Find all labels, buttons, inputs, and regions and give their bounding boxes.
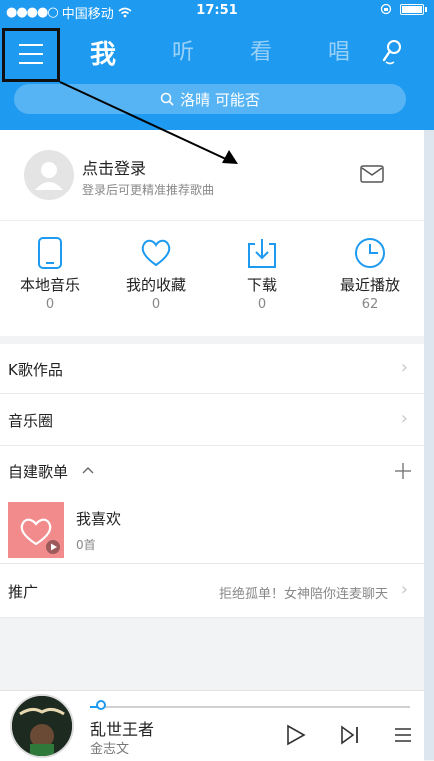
playlist-item-favorites[interactable]: 我喜欢 0首	[0, 496, 424, 564]
album-art[interactable]	[10, 694, 74, 758]
stat-count: 62	[361, 297, 379, 312]
stat-download[interactable]: 下载 0	[212, 236, 312, 312]
card-divider	[0, 220, 424, 221]
song-title: 乱世王者	[90, 720, 155, 739]
playlists-title: 自建歌单	[8, 463, 69, 481]
promo-row[interactable]: 推广 拒绝孤单！女神陪你连麦聊天 ›	[0, 564, 424, 618]
stat-favorites[interactable]: 我的收藏 0	[106, 236, 206, 312]
playlist-queue-icon[interactable]	[394, 726, 412, 744]
stat-label: 最近播放	[339, 276, 400, 294]
stat-recent[interactable]: 最近播放 62	[320, 236, 420, 312]
promo-label: 推广	[8, 583, 39, 601]
playlists-header[interactable]: 自建歌单	[0, 446, 424, 496]
list-item-k-song[interactable]: K歌作品 ›	[0, 344, 424, 394]
stat-count: 0	[257, 297, 267, 312]
clock-icon	[355, 238, 385, 268]
progress-knob[interactable]	[96, 700, 106, 710]
list-item-label: 音乐圈	[8, 412, 54, 430]
stat-local-music[interactable]: 本地音乐 0	[0, 236, 100, 312]
phone-icon	[38, 237, 62, 269]
chevron-right-icon: ›	[400, 408, 408, 429]
promo-text: 拒绝孤单！女神陪你连麦聊天	[218, 587, 388, 602]
stat-label: 下载	[246, 276, 277, 294]
progress-track[interactable]	[90, 706, 410, 708]
edge-strip	[424, 130, 434, 760]
annotation-arrow	[59, 81, 238, 164]
list-item-music-circle[interactable]: 音乐圈 ›	[0, 394, 424, 446]
playlist-title: 我喜欢	[76, 510, 122, 528]
chevron-right-icon: ›	[400, 357, 408, 378]
playlist-count: 0首	[76, 538, 96, 552]
album-art-image	[12, 696, 72, 756]
stat-label: 我的收藏	[125, 276, 186, 294]
next-track-icon[interactable]	[340, 724, 360, 746]
heart-icon	[141, 239, 171, 267]
add-playlist-icon[interactable]	[394, 462, 412, 480]
stat-count: 0	[45, 297, 55, 312]
stat-label: 本地音乐	[19, 276, 80, 294]
chevron-up-icon[interactable]	[82, 466, 94, 474]
stat-count: 0	[151, 297, 161, 312]
download-icon	[248, 239, 276, 268]
playlist-cover	[8, 502, 64, 558]
list-item-label: K歌作品	[8, 361, 63, 379]
chevron-right-icon: ›	[400, 579, 408, 600]
play-icon[interactable]	[286, 724, 306, 746]
heart-icon	[20, 518, 60, 554]
artist-name: 金志文	[90, 742, 130, 757]
